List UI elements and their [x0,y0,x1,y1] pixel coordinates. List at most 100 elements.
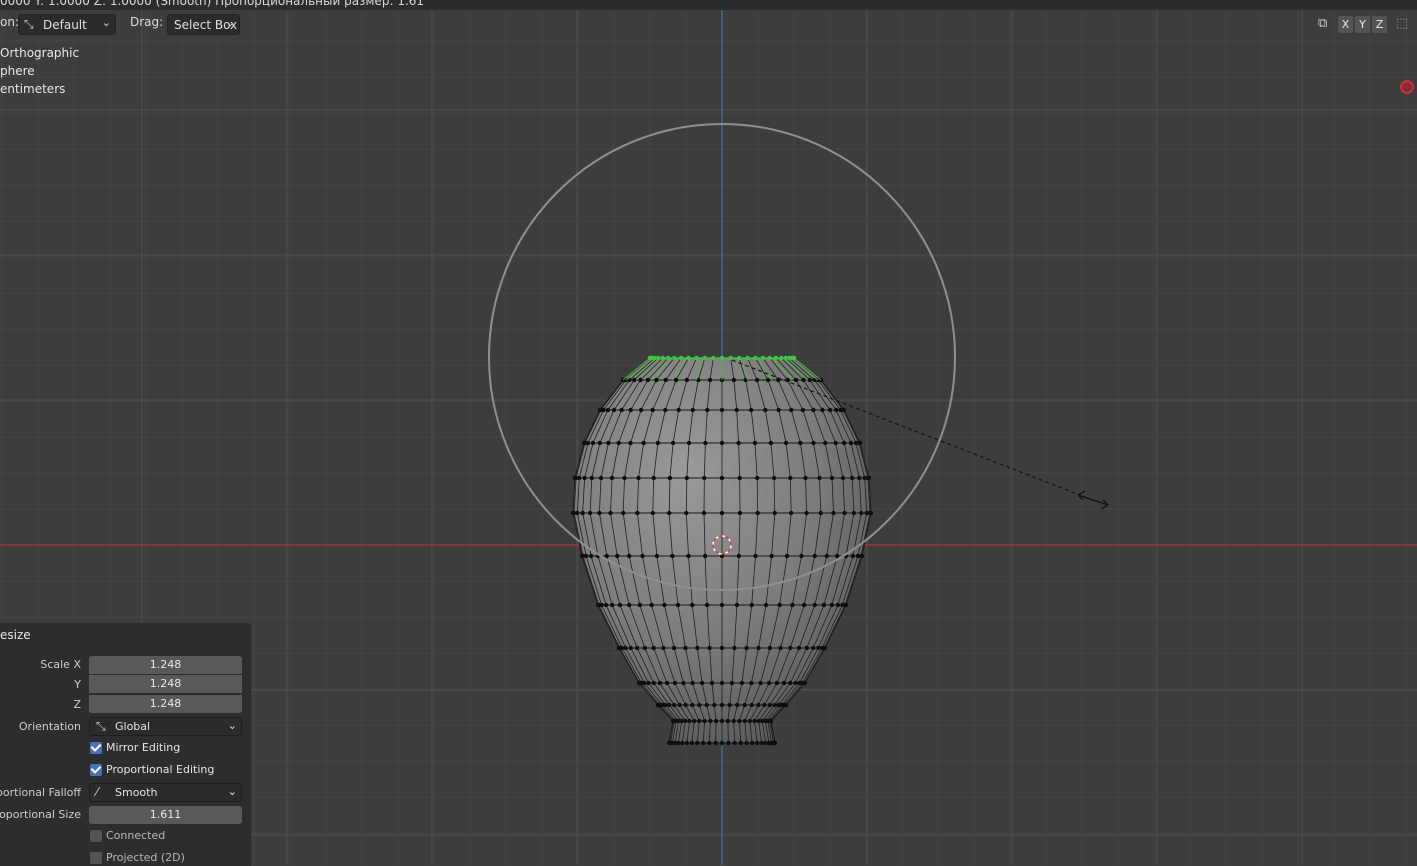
connected-label: Connected [106,829,166,842]
mesh-vertex [734,602,740,608]
mesh-vertex [749,602,754,608]
axis-x-button[interactable]: X [1338,16,1353,33]
mesh-vertex [667,702,672,708]
mesh-vertex [689,740,695,746]
scale-x-field[interactable]: 1.248 [89,656,242,674]
mesh-vertex [684,740,690,746]
mesh-vertex [687,718,692,724]
mesh-vertex [739,680,745,686]
mesh-vertex [635,510,640,516]
gizmo-toggle-icon[interactable]: ⬚ [1396,16,1408,31]
mesh-vertex [756,718,761,724]
mesh-vertex [590,440,596,446]
mesh-vertex [711,355,716,361]
mesh-vertex [778,645,783,651]
mesh-vertex [827,407,833,413]
mesh-vertex [744,740,749,746]
mesh-vertex [707,645,712,651]
mesh-vertex [734,407,739,413]
mesh-vertex [793,680,798,686]
mesh-vertex [651,475,656,481]
mesh-vertex [779,355,784,361]
mesh-vertex [776,407,781,413]
mesh-vertex [840,475,846,481]
drag-label: Drag: [130,15,164,29]
mesh-vertex [695,740,700,746]
orientation-dropdown[interactable]: ⤡ Default ⌄ [18,14,116,35]
axis-z-button[interactable]: Z [1372,16,1387,33]
mesh-vertex [742,718,747,724]
mesh-vertex [705,407,710,413]
mesh-vertex [702,718,707,724]
mesh-vertex [853,440,859,446]
mesh-vertex [804,510,809,516]
mesh-vertex [754,740,760,746]
mesh-vertex [744,645,749,651]
connected-checkbox[interactable] [90,830,102,842]
mesh-vertex [690,407,695,413]
mesh-vertex [833,440,838,446]
mesh-vertex [727,702,732,708]
mesh-vertex [749,680,754,686]
mesh-vertex [684,475,689,481]
mesh-vertex [692,718,697,724]
proportional-editing-label: Proportional Editing [106,763,215,776]
mesh-vertex [699,680,705,686]
mesh-vertex [686,553,691,559]
mesh-vertex [755,510,760,516]
mirror-icon[interactable]: ⧉ [1318,16,1327,31]
mesh-vertex [763,407,768,413]
mesh-vertex [611,407,617,413]
mesh-vertex [726,740,731,746]
mesh-vertex [660,355,665,361]
mesh-vertex [769,553,774,559]
mesh-vertex [588,553,594,559]
scale-x-label: Scale X [40,658,81,671]
proportional-editing-checkbox[interactable] [90,764,102,776]
mesh-vertex [851,510,857,516]
drag-dropdown[interactable]: Select Box ⌄ [167,14,240,35]
mesh-vertex [752,718,757,724]
falloff-select[interactable]: ⁄ Smooth ⌄ [89,783,242,802]
mesh-vertex [664,680,670,686]
mesh-vertex [605,407,611,413]
mesh-vertex [597,407,603,413]
mesh-vertex [663,407,668,413]
mesh-vertex [736,553,742,559]
mesh-vertex [640,553,645,559]
scale-z-field[interactable]: 1.248 [89,695,242,713]
mesh-vertex [850,553,856,559]
record-icon[interactable] [1400,80,1414,94]
mesh-vertex [683,645,688,651]
mesh-vertex [587,510,593,516]
mesh-vertex [749,702,754,708]
mesh-vertex [646,680,651,686]
axis-y-button[interactable]: Y [1355,16,1370,33]
mesh-vertex [589,475,594,481]
mesh-vertex [767,355,772,361]
mesh-vertex [678,355,684,361]
mirror-editing-checkbox[interactable] [90,742,102,754]
projected-checkbox[interactable] [90,852,102,864]
mesh-vertex [651,645,656,651]
mesh-vertex [632,377,637,383]
orientation-select[interactable]: ⤡ Global ⌄ [89,717,242,736]
mesh-vertex [731,718,736,724]
mesh-vertex [651,680,656,686]
mesh-vertex [745,355,750,361]
mesh-vertex [765,377,771,383]
scale-y-field[interactable]: 1.248 [89,675,242,693]
mesh-vertex [713,718,719,724]
mesh-vertex [655,702,661,708]
falloff-select-value: Smooth [115,786,158,799]
mesh-vertex [719,407,725,413]
mesh-vertex [637,602,642,608]
mesh-vertex [833,407,839,413]
mesh-vertex [802,602,807,608]
mesh-vertex [680,740,685,746]
mesh-vertex [763,602,769,608]
mesh-vertex [797,680,802,686]
mesh-vertex [638,407,644,413]
proportional-size-field[interactable]: 1.611 [89,806,242,824]
mesh-vertex [772,510,777,516]
